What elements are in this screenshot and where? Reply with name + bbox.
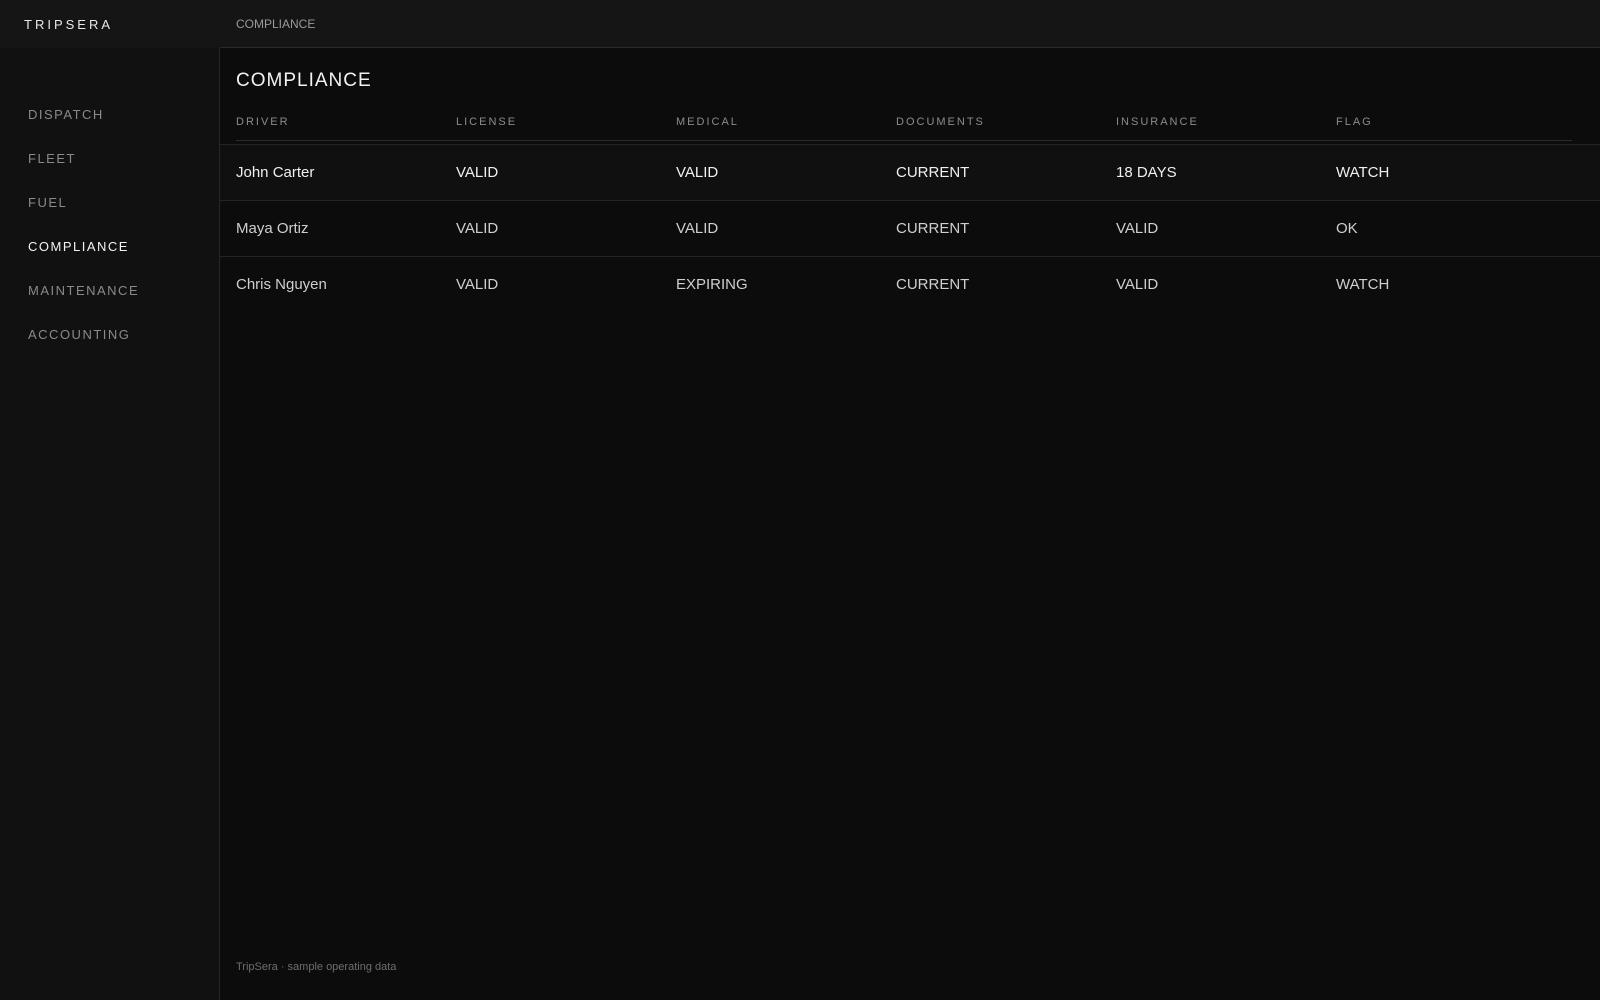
column-header-insurance[interactable]: INSURANCE <box>1116 116 1336 140</box>
insurance-cell: VALID <box>1116 220 1159 237</box>
app-window: TRIPSERA COMPLIANCE DISPATCH FLEET FUEL … <box>0 0 1600 1000</box>
license-cell: VALID <box>456 164 499 181</box>
column-header-driver[interactable]: DRIVER <box>236 116 456 140</box>
column-header-medical[interactable]: MEDICAL <box>676 116 896 140</box>
sidebar-item-dispatch[interactable]: DISPATCH <box>28 107 139 151</box>
sidebar-item-label: FLEET <box>28 151 76 166</box>
insurance-cell: 18 DAYS <box>1116 164 1177 181</box>
sidebar-item-label: DISPATCH <box>28 107 104 122</box>
flag-cell: OK <box>1336 220 1358 237</box>
column-header-flag[interactable]: FLAG <box>1336 116 1556 140</box>
insurance-cell: VALID <box>1116 276 1159 293</box>
table-row[interactable]: Chris Nguyen VALID EXPIRING CURRENT VALI… <box>220 256 1600 312</box>
documents-cell: CURRENT <box>896 276 970 293</box>
flag-cell: WATCH <box>1336 276 1390 293</box>
flag-cell: WATCH <box>1336 164 1390 181</box>
breadcrumb: COMPLIANCE <box>236 16 316 31</box>
table-row[interactable]: Maya Ortiz VALID VALID CURRENT VALID OK <box>220 200 1600 256</box>
sidebar-item-label: FUEL <box>28 195 68 210</box>
sidebar-nav: DISPATCH FLEET FUEL COMPLIANCE MAINTENAN… <box>28 107 139 371</box>
table-row[interactable]: John Carter VALID VALID CURRENT 18 DAYS … <box>220 144 1600 200</box>
sidebar-item-label: ACCOUNTING <box>28 327 131 342</box>
sidebar-item-label: COMPLIANCE <box>28 239 129 254</box>
sidebar-item-label: MAINTENANCE <box>28 283 140 298</box>
brand-logo[interactable]: TRIPSERA <box>0 0 220 48</box>
driver-cell: Chris Nguyen <box>236 276 327 293</box>
documents-cell: CURRENT <box>896 220 970 237</box>
medical-cell: VALID <box>676 164 719 181</box>
page-title: COMPLIANCE <box>236 70 372 91</box>
sidebar-item-compliance[interactable]: COMPLIANCE <box>28 239 139 283</box>
driver-cell: John Carter <box>236 164 315 181</box>
sidebar-item-fuel[interactable]: FUEL <box>28 195 139 239</box>
documents-cell: CURRENT <box>896 164 970 181</box>
license-cell: VALID <box>456 220 499 237</box>
license-cell: VALID <box>456 276 499 293</box>
table-header: DRIVER LICENSE MEDICAL DOCUMENTS INSURAN… <box>236 116 1572 141</box>
sidebar: DISPATCH FLEET FUEL COMPLIANCE MAINTENAN… <box>0 48 220 1000</box>
medical-cell: VALID <box>676 220 719 237</box>
top-bar: COMPLIANCE <box>220 0 1600 48</box>
sidebar-item-accounting[interactable]: ACCOUNTING <box>28 327 139 371</box>
footer-note: TripSera · sample operating data <box>236 961 397 973</box>
column-header-license[interactable]: LICENSE <box>456 116 676 140</box>
medical-cell: EXPIRING <box>676 276 748 293</box>
sidebar-item-maintenance[interactable]: MAINTENANCE <box>28 283 139 327</box>
driver-cell: Maya Ortiz <box>236 220 309 237</box>
sidebar-item-fleet[interactable]: FLEET <box>28 151 139 195</box>
column-header-documents[interactable]: DOCUMENTS <box>896 116 1116 140</box>
compliance-table: John Carter VALID VALID CURRENT 18 DAYS … <box>220 144 1600 312</box>
